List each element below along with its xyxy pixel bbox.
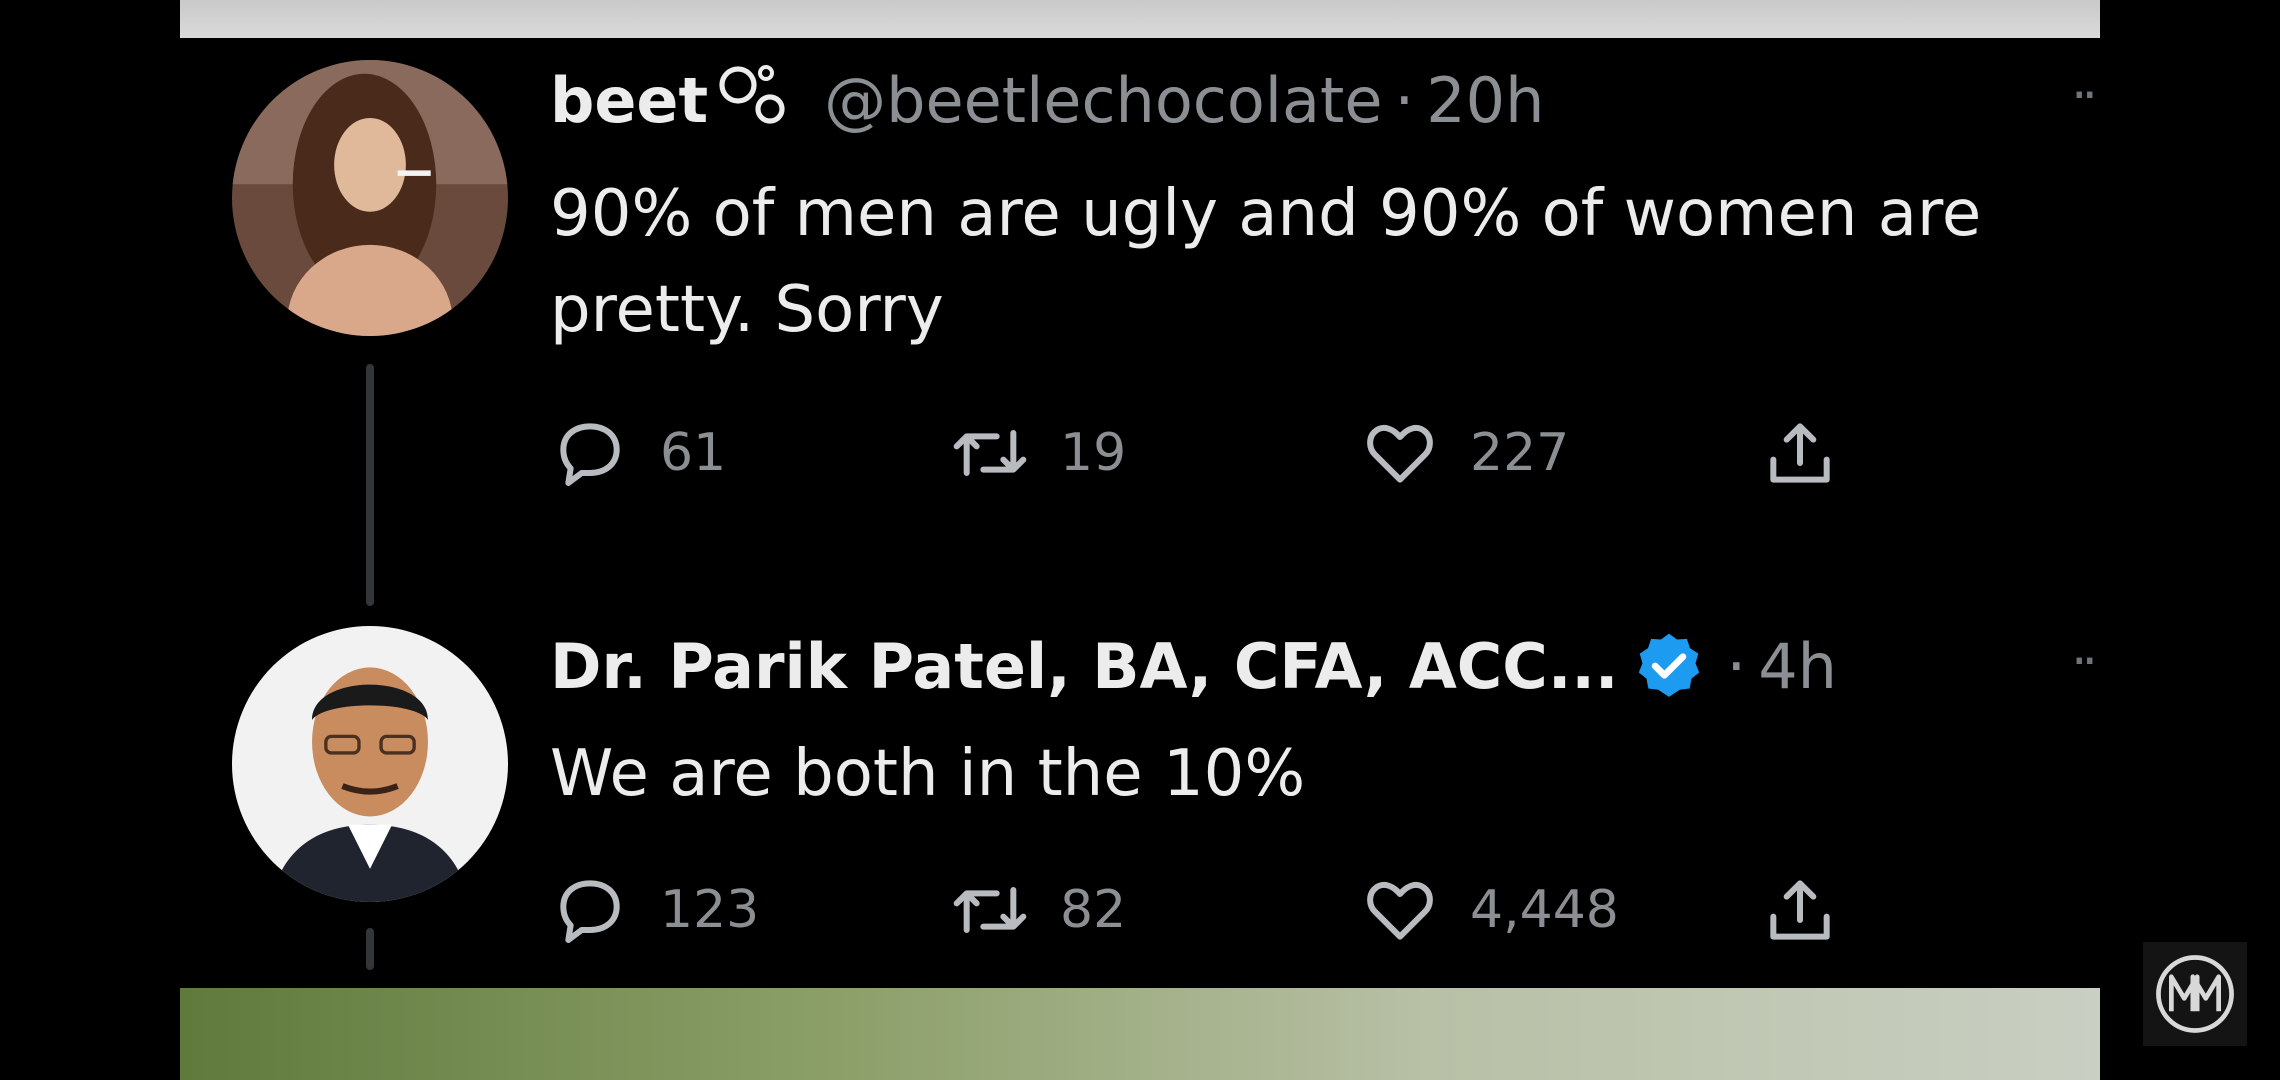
share-button[interactable]: [1760, 870, 1870, 950]
bottom-video-strip: [180, 988, 2100, 1080]
tweet-header: beet @beetlechocolate · 20h: [550, 60, 1544, 140]
reply-count: 61: [660, 423, 727, 483]
speech-bubble-icon: [560, 880, 620, 943]
timestamp[interactable]: 4h: [1758, 630, 1837, 703]
tweet-2[interactable]: Dr. Parik Patel, BA, CFA, ACC... · 4h ··…: [180, 618, 2100, 988]
separator-dot: ·: [1726, 629, 1747, 703]
separator-dot: ·: [1394, 63, 1415, 137]
more-horizontal-icon[interactable]: ··: [2071, 632, 2098, 692]
avatar[interactable]: [232, 626, 508, 902]
timestamp[interactable]: 20h: [1426, 64, 1544, 137]
user-handle[interactable]: @beetlechocolate: [824, 64, 1382, 137]
bubble-circles-icon: [716, 57, 788, 144]
like-button[interactable]: 227: [1360, 413, 1569, 493]
share-upload-icon: [1770, 423, 1830, 483]
tweet-text: We are both in the 10%: [550, 737, 1306, 811]
thread-connector-line: [366, 364, 374, 606]
tweet-actions: 61 19 227: [550, 413, 1850, 493]
avatar-image: [232, 60, 508, 336]
more-horizontal-icon[interactable]: ··: [2071, 66, 2098, 126]
mm-logo-icon: [2143, 942, 2247, 1046]
thread-connector-line: [366, 928, 374, 970]
retweet-count: 19: [1060, 423, 1127, 483]
video-frame: beet @beetlechocolate · 20h ·· 90% of me…: [180, 0, 2100, 1080]
retweet-arrows-icon: [953, 887, 1027, 933]
avatar-image: [232, 626, 508, 902]
tweet-header: Dr. Parik Patel, BA, CFA, ACC... · 4h: [550, 626, 1837, 706]
verified-check-icon: [1639, 633, 1700, 697]
retweet-button[interactable]: 19: [950, 413, 1126, 493]
retweet-button[interactable]: 82: [950, 870, 1126, 950]
reply-count: 123: [660, 880, 760, 940]
avatar[interactable]: [232, 60, 508, 336]
tweet-text: 90% of men are ugly and 90% of women are…: [550, 177, 1982, 347]
heart-icon: [1367, 881, 1433, 940]
heart-icon: [1367, 424, 1433, 483]
speech-bubble-icon: [560, 423, 620, 486]
tweet-actions: 123 82 4,448: [550, 870, 1850, 950]
display-name[interactable]: Dr. Parik Patel, BA, CFA, ACC...: [550, 630, 1618, 703]
reply-button[interactable]: 123: [550, 870, 759, 950]
like-count: 227: [1470, 423, 1570, 483]
reply-button[interactable]: 61: [550, 413, 726, 493]
top-video-strip: [180, 0, 2100, 38]
display-name[interactable]: beet: [550, 64, 708, 137]
share-button[interactable]: [1760, 413, 1870, 493]
retweet-arrows-icon: [953, 430, 1027, 476]
like-button[interactable]: 4,448: [1360, 870, 1619, 950]
retweet-count: 82: [1060, 880, 1127, 940]
tweet-1[interactable]: beet @beetlechocolate · 20h ·· 90% of me…: [180, 38, 2100, 618]
share-upload-icon: [1770, 880, 1830, 940]
like-count: 4,448: [1470, 880, 1619, 940]
